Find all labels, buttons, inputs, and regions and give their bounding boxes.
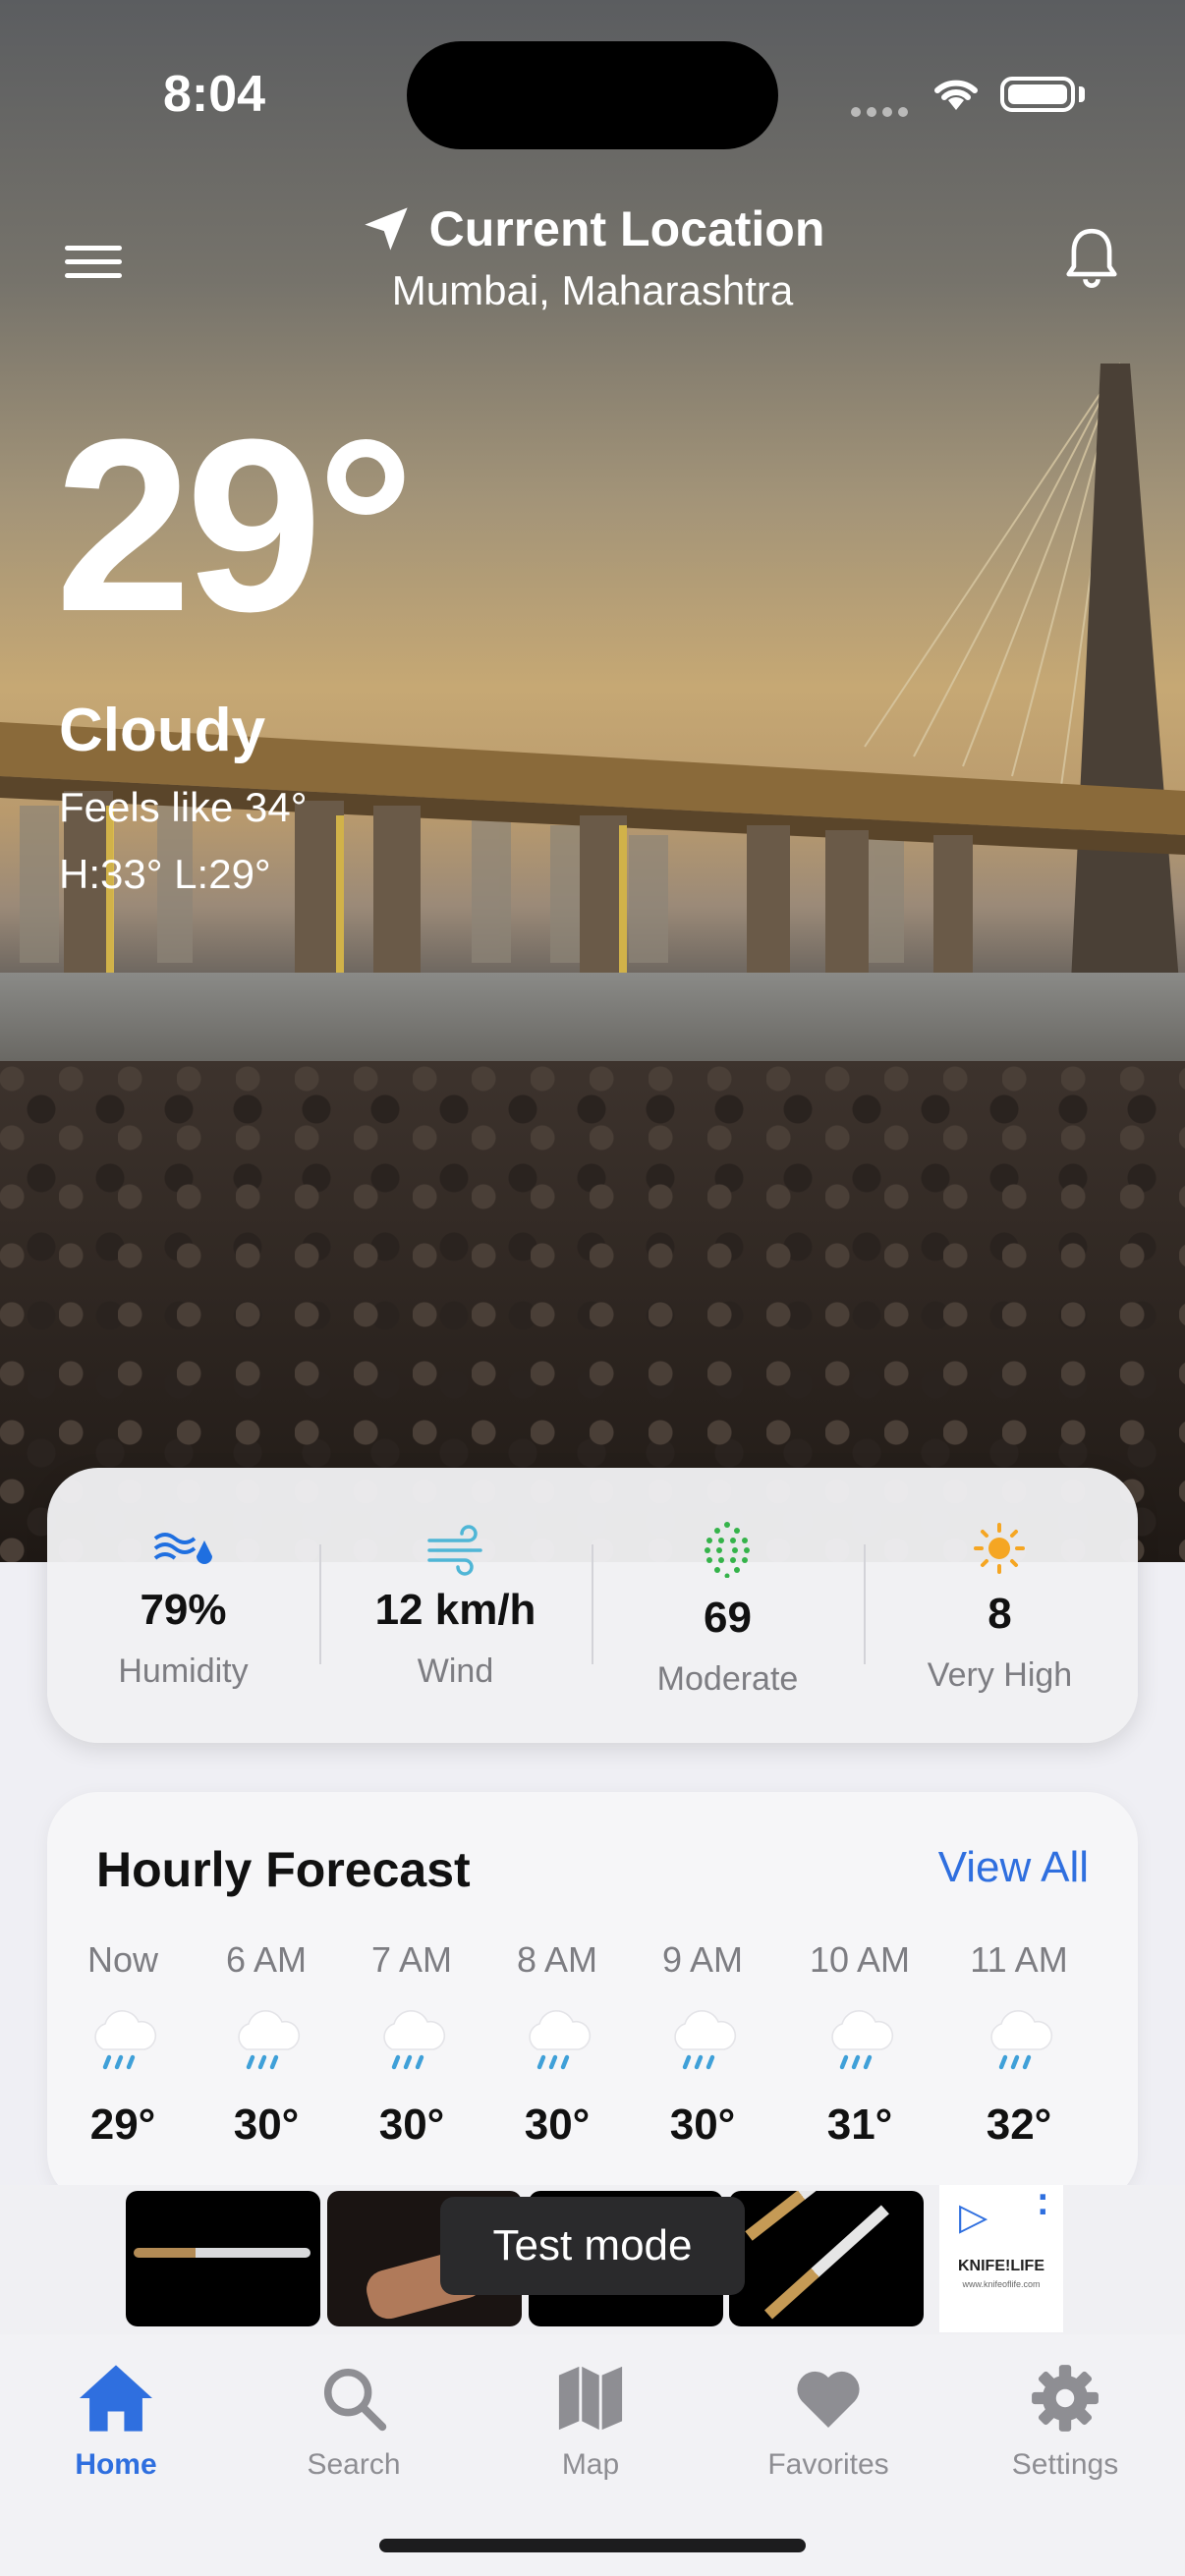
rain-cloud-icon bbox=[383, 2010, 446, 2070]
feels-like: Feels like 34° bbox=[59, 784, 308, 830]
hourly-item[interactable]: 8 AM 30° bbox=[503, 1939, 611, 2150]
status-time: 8:04 bbox=[163, 66, 266, 123]
tab-settings-label: Settings bbox=[1011, 2448, 1119, 2481]
rain-cloud-icon bbox=[94, 2010, 157, 2070]
hour-temp: 29° bbox=[89, 2100, 156, 2149]
view-all-link[interactable]: View All bbox=[938, 1843, 1089, 1892]
tab-map[interactable]: Map bbox=[492, 2354, 689, 2482]
hourly-item[interactable]: 11 AM 32° bbox=[965, 1939, 1073, 2150]
stat-aqi[interactable]: 69 Moderate bbox=[592, 1468, 864, 1743]
ad-brand-panel[interactable]: ▷ · · KNIFE!LIFE www.knifeoflife.com bbox=[939, 2179, 1063, 2332]
bell-icon[interactable] bbox=[1061, 222, 1122, 291]
current-temperature: 29° bbox=[55, 388, 415, 662]
aqi-label: Moderate bbox=[656, 1660, 799, 1698]
ad-brand-name: KNIFE!LIFE bbox=[958, 2258, 1044, 2274]
humidity-icon bbox=[153, 1533, 212, 1564]
stat-humidity[interactable]: 79% Humidity bbox=[47, 1468, 319, 1743]
hour-temp: 30° bbox=[378, 2100, 445, 2149]
hour-time: 10 AM bbox=[809, 1939, 911, 1980]
rain-cloud-icon bbox=[529, 2010, 592, 2070]
cellular-signal-icon bbox=[851, 104, 914, 122]
humidity-value: 79% bbox=[140, 1586, 227, 1634]
aqi-icon bbox=[705, 1522, 750, 1578]
wifi-icon bbox=[934, 80, 978, 110]
ad-more-icon[interactable]: · · bbox=[1038, 2179, 1050, 2232]
ad-image[interactable] bbox=[729, 2191, 924, 2326]
hour-time: 7 AM bbox=[370, 1939, 453, 1980]
rain-cloud-icon bbox=[674, 2010, 737, 2070]
tab-search-label: Search bbox=[307, 2448, 401, 2481]
hourly-forecast-title: Hourly Forecast bbox=[96, 1842, 471, 1897]
tab-home[interactable]: Home bbox=[18, 2354, 214, 2482]
wind-value: 12 km/h bbox=[374, 1586, 536, 1634]
high-low: H:33° L:29° bbox=[59, 851, 271, 897]
hourly-item[interactable]: 6 AM 30° bbox=[212, 1939, 320, 2150]
map-icon bbox=[558, 2366, 623, 2431]
ad-image[interactable] bbox=[126, 2191, 320, 2326]
rain-cloud-icon bbox=[831, 2010, 894, 2070]
current-condition: Cloudy bbox=[59, 697, 266, 764]
home-icon bbox=[80, 2365, 152, 2432]
location-title[interactable]: Current Location bbox=[0, 200, 1185, 257]
dynamic-island bbox=[407, 41, 778, 149]
tab-map-label: Map bbox=[561, 2448, 620, 2481]
gear-icon bbox=[1032, 2365, 1099, 2432]
hour-temp: 30° bbox=[233, 2100, 300, 2149]
hour-time: 11 AM bbox=[970, 1939, 1068, 1980]
uv-label: Very High bbox=[927, 1656, 1073, 1694]
tab-favorites-label: Favorites bbox=[767, 2448, 889, 2481]
hour-temp: 31° bbox=[826, 2100, 893, 2149]
uv-sun-icon bbox=[974, 1523, 1025, 1574]
rain-cloud-icon bbox=[238, 2010, 301, 2070]
hour-temp: 32° bbox=[986, 2100, 1052, 2149]
location-title-text: Current Location bbox=[428, 201, 825, 256]
hourly-item[interactable]: 7 AM 30° bbox=[358, 1939, 466, 2150]
battery-icon bbox=[1000, 77, 1075, 112]
stat-wind[interactable]: 12 km/h Wind bbox=[319, 1468, 592, 1743]
tab-settings[interactable]: Settings bbox=[967, 2354, 1163, 2482]
weather-stats-card: 79% Humidity 12 km/h Wind 69 Moderate 8 … bbox=[47, 1468, 1138, 1743]
tab-search[interactable]: Search bbox=[255, 2354, 452, 2482]
battery-tip bbox=[1079, 86, 1085, 102]
location-subtitle: Mumbai, Maharashtra bbox=[391, 267, 794, 313]
hourly-item[interactable]: 10 AM 31° bbox=[806, 1939, 914, 2150]
hour-temp: 30° bbox=[524, 2100, 591, 2149]
hour-time: 6 AM bbox=[225, 1939, 308, 1980]
hour-temp: 30° bbox=[669, 2100, 736, 2149]
aqi-value: 69 bbox=[704, 1594, 752, 1642]
tab-favorites[interactable]: Favorites bbox=[730, 2354, 927, 2482]
hour-time: Now bbox=[86, 1939, 159, 1980]
home-indicator bbox=[379, 2539, 806, 2552]
hourly-forecast-card: Hourly Forecast View All Now 29° 6 AM 30° 7 … bbox=[47, 1792, 1138, 2205]
tab-home-label: Home bbox=[75, 2448, 157, 2481]
uv-value: 8 bbox=[988, 1590, 1012, 1638]
wind-icon bbox=[427, 1525, 482, 1576]
ad-brand-url: www.knifeoflife.com bbox=[962, 2279, 1041, 2289]
ad-choices-icon[interactable]: ▷ bbox=[959, 2195, 988, 2239]
search-icon bbox=[323, 2368, 387, 2432]
hour-time: 8 AM bbox=[516, 1939, 598, 1980]
humidity-label: Humidity bbox=[118, 1652, 249, 1690]
hourly-item[interactable]: Now 29° bbox=[69, 1939, 177, 2150]
test-mode-toast: Test mode bbox=[440, 2197, 745, 2295]
stat-uv[interactable]: 8 Very High bbox=[864, 1468, 1136, 1743]
heart-icon bbox=[797, 2371, 860, 2428]
hour-time: 9 AM bbox=[661, 1939, 744, 1980]
location-arrow-icon bbox=[364, 207, 408, 251]
wind-label: Wind bbox=[417, 1652, 494, 1690]
rain-cloud-icon bbox=[990, 2010, 1053, 2070]
hourly-item[interactable]: 9 AM 30° bbox=[649, 1939, 757, 2150]
